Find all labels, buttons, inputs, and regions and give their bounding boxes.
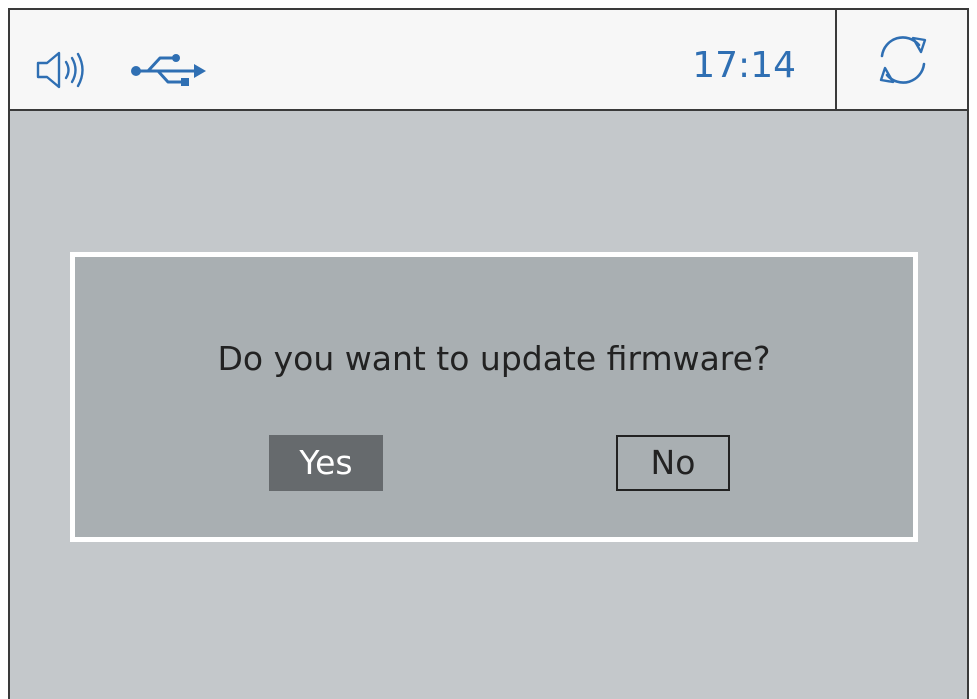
device-screen: 17:14 Do you want to update firmware? Ye…: [8, 8, 969, 699]
clock-time: 17:14: [692, 45, 796, 86]
yes-button[interactable]: Yes: [269, 435, 383, 491]
status-bar: 17:14: [10, 10, 967, 111]
dialog-message: Do you want to update firmware?: [217, 339, 771, 378]
no-button[interactable]: No: [616, 435, 730, 491]
usb-icon: [131, 54, 206, 86]
refresh-button[interactable]: [837, 10, 967, 110]
speaker-volume-icon: [36, 51, 84, 89]
firmware-update-dialog: Do you want to update firmware? Yes No: [70, 252, 918, 542]
refresh-icon: [879, 36, 927, 84]
